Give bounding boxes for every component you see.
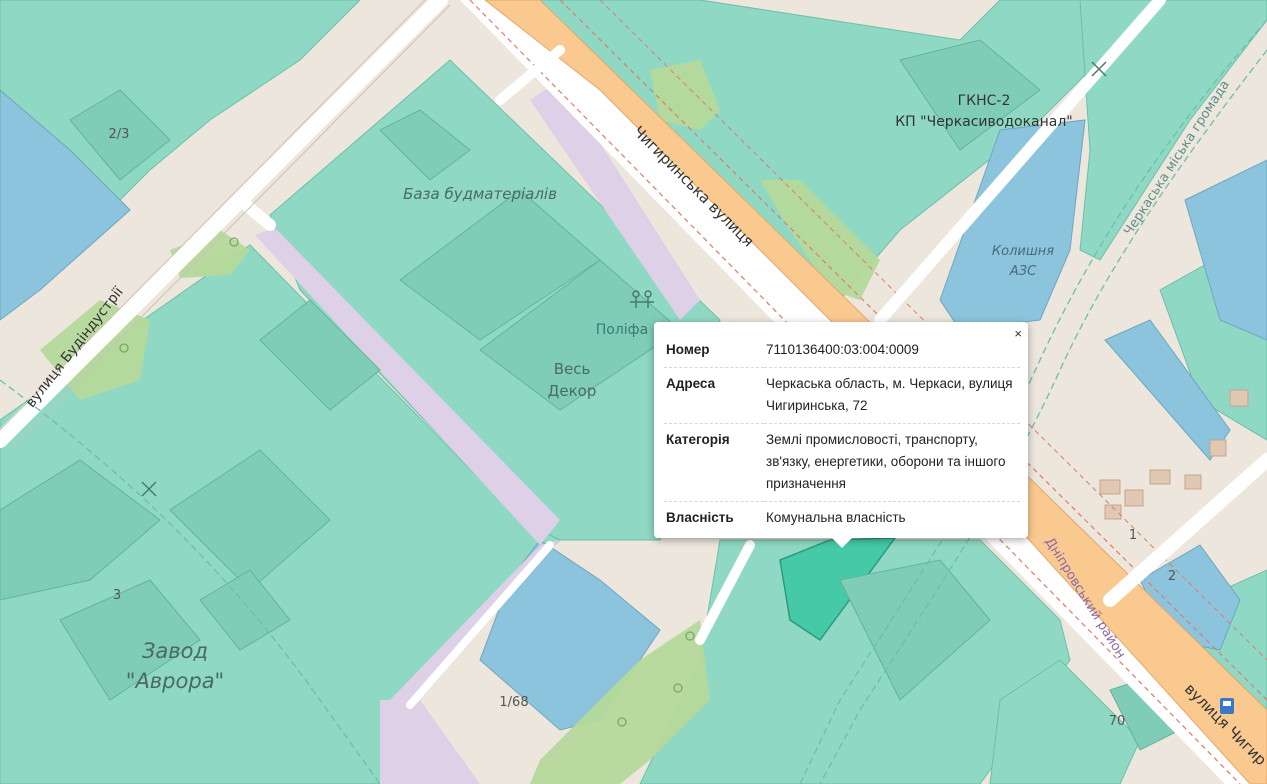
table-row: Категорія Землі промисловості, транспорт… xyxy=(664,423,1020,502)
label-avrora: "Аврора" xyxy=(126,669,224,693)
label-azs-1: Колишня xyxy=(992,244,1054,259)
label-azs-2: АЗС xyxy=(1009,264,1037,279)
label-dekor: Декор xyxy=(548,382,597,400)
bus-stop-icon xyxy=(1220,698,1234,714)
row-value-ownership: Комунальна власність xyxy=(766,510,906,525)
house-number: 2 xyxy=(1168,569,1176,584)
label-polifa: Поліфа xyxy=(596,322,648,338)
house-number: 1/68 xyxy=(499,695,528,710)
row-value-number: 7110136400:03:004:0009 xyxy=(764,334,1020,368)
label-zavod: Завод xyxy=(142,639,208,663)
table-row: Номер 7110136400:03:004:0009 xyxy=(664,334,1020,368)
row-key-address: Адреса xyxy=(664,367,764,424)
row-value-category: Землі промисловості, транспорту, зв'язку… xyxy=(764,423,1020,502)
row-key-number: Номер xyxy=(664,334,764,368)
parcel-info-table: Номер 7110136400:03:004:0009 Адреса Черк… xyxy=(664,334,1020,535)
row-key-ownership: Власність xyxy=(666,510,734,525)
house-number: 2/3 xyxy=(109,127,130,142)
label-baza: База будматеріалів xyxy=(403,185,557,203)
house-number: 3 xyxy=(113,588,121,603)
row-key-category: Категорія xyxy=(664,423,764,502)
label-vodokanal: КП "Черкасиводоканал" xyxy=(895,114,1073,130)
row-value-address: Черкаська область, м. Черкаси, вулиця Чи… xyxy=(764,367,1020,424)
label-gkns: ГКНС-2 xyxy=(958,93,1011,109)
house-number: 1 xyxy=(1129,528,1137,543)
cadastral-map[interactable]: Чигиринська вулиця вулиця Чигир вулиця Б… xyxy=(0,0,1267,784)
table-row: Адреса Черкаська область, м. Черкаси, ву… xyxy=(664,367,1020,424)
label-ves: Весь xyxy=(554,360,591,378)
house-number: 70 xyxy=(1109,714,1126,729)
parcel-info-popup: × Номер 7110136400:03:004:0009 Адреса Че… xyxy=(654,322,1028,548)
table-row: Власність Комунальна власність xyxy=(664,502,1020,536)
